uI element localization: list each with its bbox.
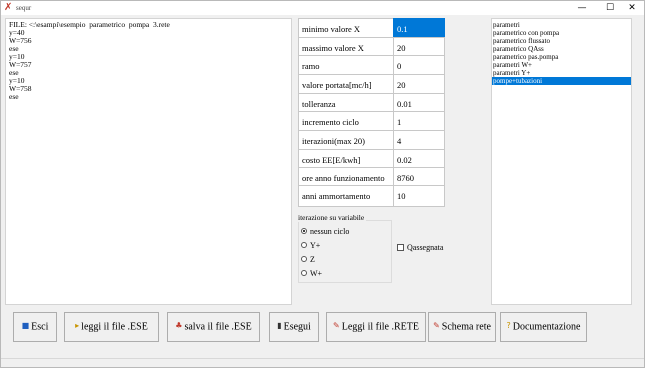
documentation-button-label: Documentazione: [512, 321, 581, 333]
exit-button[interactable]: ■ Esci: [13, 312, 57, 342]
read-rete-button[interactable]: ✎ Leggi il file .RETE: [326, 312, 426, 342]
output-line: y=10: [9, 52, 25, 61]
title-bar[interactable]: ✗ sequr — ☐ ✕: [1, 1, 644, 15]
window-bottom-border: [1, 358, 644, 359]
radio-button[interactable]: [301, 228, 307, 235]
read-ese-button-label: leggi il file .ESE: [81, 321, 148, 333]
output-line: FILE: <:\esampi\esempio parametrico pomp…: [9, 20, 170, 29]
iteration-group-legend: iterazione su variabile: [298, 213, 367, 222]
radio-button[interactable]: [301, 242, 307, 249]
radio-label: nessun ciclo: [310, 227, 350, 236]
list-item[interactable]: pompe+tubazioni: [492, 77, 631, 85]
radio-label: Y+: [310, 241, 321, 250]
open-file-icon: ▸: [75, 321, 80, 330]
iteration-radio-option[interactable]: Y+: [301, 240, 320, 251]
window-title: sequr: [16, 4, 32, 12]
app-icon: ✗: [4, 2, 13, 13]
list-item[interactable]: parametrico QAss: [492, 45, 631, 53]
schema-rete-button-label: Schema rete: [441, 321, 491, 333]
schema-rete-button[interactable]: ✎ Schema rete: [428, 312, 496, 342]
run-button-label: Esegui: [283, 321, 311, 333]
list-item[interactable]: parametrico flussato: [492, 37, 631, 45]
exit-button-label: Esci: [31, 321, 49, 333]
radio-label: W+: [310, 269, 323, 278]
save-file-icon: ♣: [175, 321, 183, 330]
list-item[interactable]: parametrico pas.pompa: [492, 53, 631, 61]
documentation-button[interactable]: ? Documentazione: [500, 312, 587, 342]
main-window: ✗ sequr — ☐ ✕ FILE: <:\esampi\esempio pa…: [0, 0, 645, 368]
help-icon: ?: [506, 321, 511, 330]
output-line: W=758: [9, 84, 32, 93]
save-ese-button[interactable]: ♣ salva il file .ESE: [167, 312, 260, 342]
output-text-area[interactable]: FILE: <:\esampi\esempio parametrico pomp…: [5, 18, 292, 305]
radio-button[interactable]: [301, 270, 307, 277]
save-ese-button-label: salva il file .ESE: [184, 321, 252, 333]
close-button[interactable]: ✕: [621, 1, 643, 15]
read-network-icon: ✎: [333, 321, 340, 330]
list-item[interactable]: parametri: [492, 21, 631, 29]
output-line: y=40: [9, 28, 25, 37]
radio-button[interactable]: [301, 256, 307, 263]
output-line: ese: [9, 68, 19, 77]
output-line: W=757: [9, 60, 32, 69]
output-line: y=10: [9, 76, 25, 85]
network-list[interactable]: parametri parametrico con pompa parametric…: [491, 18, 632, 305]
iteration-radio-option[interactable]: Z: [301, 254, 315, 265]
read-ese-button[interactable]: ▸ leggi il file .ESE: [64, 312, 159, 342]
list-item[interactable]: parametri Y+: [492, 69, 631, 77]
iteration-radio-option[interactable]: W+: [301, 268, 322, 279]
parameters-table: minimo valore X 0.1 massimo valore X 20 ramo…: [298, 18, 445, 207]
run-button[interactable]: ▮ Esegui: [269, 312, 319, 342]
param-label: anni ammortamento: [298, 185, 393, 207]
checkbox-label: Qassegnata: [407, 243, 444, 252]
run-icon: ▮: [277, 321, 282, 330]
network-schema-icon: ✎: [433, 321, 440, 330]
qassegnata-checkbox[interactable]: Qassegnata: [397, 242, 443, 253]
output-line: ese: [9, 92, 19, 101]
exit-icon: ■: [21, 321, 30, 330]
read-rete-button-label: Leggi il file .RETE: [341, 321, 419, 333]
checkbox-box[interactable]: [397, 243, 404, 251]
list-item[interactable]: parametrico con pompa: [492, 29, 631, 37]
output-line: W=756: [9, 36, 32, 45]
radio-label: Z: [310, 255, 315, 264]
iteration-radio-option[interactable]: nessun ciclo: [301, 226, 349, 237]
maximize-button[interactable]: ☐: [599, 1, 621, 15]
param-row: anni ammortamento 10: [298, 185, 445, 207]
minimize-button[interactable]: —: [571, 1, 593, 15]
list-item[interactable]: parametri W+: [492, 61, 631, 69]
output-line: ese: [9, 44, 19, 53]
param-value-input[interactable]: 10: [393, 185, 445, 207]
